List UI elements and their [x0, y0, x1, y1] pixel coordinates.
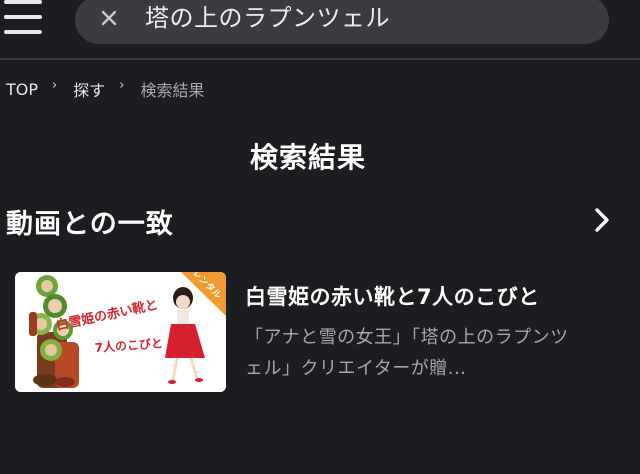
menu-bar: [4, 0, 42, 4]
search-query-text[interactable]: 塔の上のラプンツェル: [145, 0, 390, 36]
search-input[interactable]: 塔の上のラプンツェル: [75, 0, 609, 44]
result-title[interactable]: 白雪姫の赤い靴と7人のこびと: [245, 281, 540, 311]
menu-bar: [4, 30, 42, 34]
hamburger-menu-icon[interactable]: [0, 0, 48, 44]
chevron-right-icon[interactable]: [586, 204, 616, 236]
section-title: 動画との一致: [6, 209, 174, 240]
video-thumbnail[interactable]: 白雪姫の赤い靴と 7人のこびと レンタル: [15, 272, 226, 392]
breadcrumb: TOP › 探す › 検索結果: [6, 77, 204, 101]
video-result-item[interactable]: 白雪姫の赤い靴と 7人のこびと レンタル 白雪姫の赤い靴と7人のこびと 「アナと…: [15, 272, 615, 394]
result-description: 「アナと雪の女王」「塔の上のラプンツェル」クリエイターが贈...: [245, 327, 569, 379]
page-title: 検索結果: [249, 141, 366, 174]
breadcrumb-top[interactable]: TOP: [6, 80, 38, 99]
close-icon[interactable]: [95, 4, 123, 32]
breadcrumb-search-results: 検索結果: [140, 81, 205, 100]
chevron-right-icon: ›: [52, 77, 58, 93]
breadcrumb-explore[interactable]: 探す: [73, 77, 105, 101]
chevron-right-icon: ›: [119, 77, 125, 93]
app-header: 塔の上のラプンツェル: [0, 0, 640, 60]
menu-bar: [4, 15, 42, 19]
